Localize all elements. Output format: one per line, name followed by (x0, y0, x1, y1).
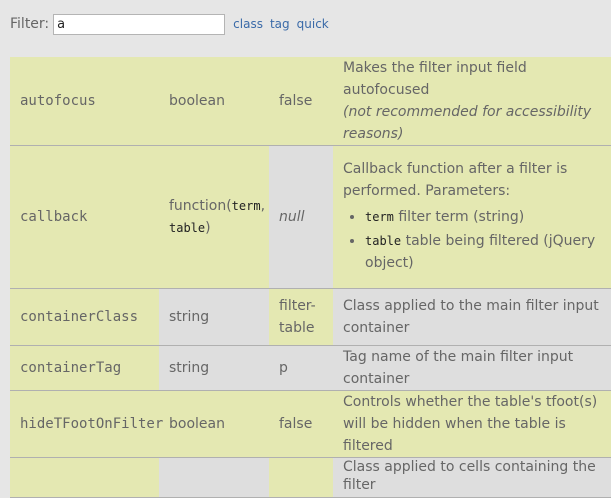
option-description: Callback function after a filter is perf… (333, 145, 611, 289)
option-type (159, 457, 269, 498)
filter-link-quick[interactable]: quick (297, 17, 329, 31)
filter-input[interactable] (53, 13, 226, 35)
type-code-term: term (231, 199, 261, 213)
table-row: Class applied to cells containing the fi… (10, 457, 611, 498)
option-default: filter-table (269, 288, 333, 346)
option-description: Class applied to the main filter input c… (333, 288, 611, 346)
param-list: term filter term (string) table table be… (343, 206, 611, 274)
param-code: table (365, 234, 402, 248)
option-type: boolean (159, 390, 269, 458)
option-description: Controls whether the table's tfoot(s) wi… (333, 390, 611, 458)
table-row: containerClass string filter-table Class… (10, 288, 611, 346)
option-name (10, 457, 159, 498)
option-description: Makes the filter input field autofocused… (333, 57, 611, 146)
option-default: false (269, 57, 333, 146)
option-type: boolean (159, 57, 269, 146)
option-default: null (269, 145, 333, 289)
param-text: filter term (string) (393, 209, 525, 225)
option-name: containerClass (10, 288, 159, 346)
table-row: hideTFootOnFilter boolean false Controls… (10, 390, 611, 458)
type-end: ) (205, 220, 211, 236)
option-description: Tag name of the main filter input contai… (333, 345, 611, 391)
filter-bar: Filter: class tag quick (10, 13, 329, 35)
table-row: containerTag string p Tag name of the ma… (10, 345, 611, 391)
option-type: string (159, 288, 269, 346)
filter-link-tag[interactable]: tag (270, 17, 290, 31)
option-default: false (269, 390, 333, 458)
param-code: term (365, 210, 394, 224)
option-default (269, 457, 333, 498)
option-name: callback (10, 145, 159, 289)
type-text: function( (169, 198, 232, 214)
option-name: autofocus (10, 57, 159, 146)
description-text: Makes the filter input field autofocused (343, 60, 527, 98)
description-text: Callback function after a filter is perf… (343, 161, 568, 199)
param-item: term filter term (string) (365, 206, 611, 228)
filter-label: Filter: (10, 16, 50, 32)
table-row: autofocus boolean false Makes the filter… (10, 57, 611, 146)
option-description: Class applied to cells containing the fi… (333, 457, 611, 498)
option-default: p (269, 345, 333, 391)
param-item: table table being filtered (jQuery objec… (365, 230, 611, 274)
filter-link-class[interactable]: class (233, 17, 263, 31)
option-type: string (159, 345, 269, 391)
option-name: containerTag (10, 345, 159, 391)
option-type: function(term, table) (159, 145, 269, 289)
option-name: hideTFootOnFilter (10, 390, 163, 458)
options-table: autofocus boolean false Makes the filter… (10, 57, 611, 498)
type-code-table: table (169, 221, 206, 235)
table-row: callback function(term, table) null Callb… (10, 145, 611, 289)
description-note: (not recommended for accessibility reaso… (343, 104, 592, 142)
type-sep: , (260, 198, 266, 214)
